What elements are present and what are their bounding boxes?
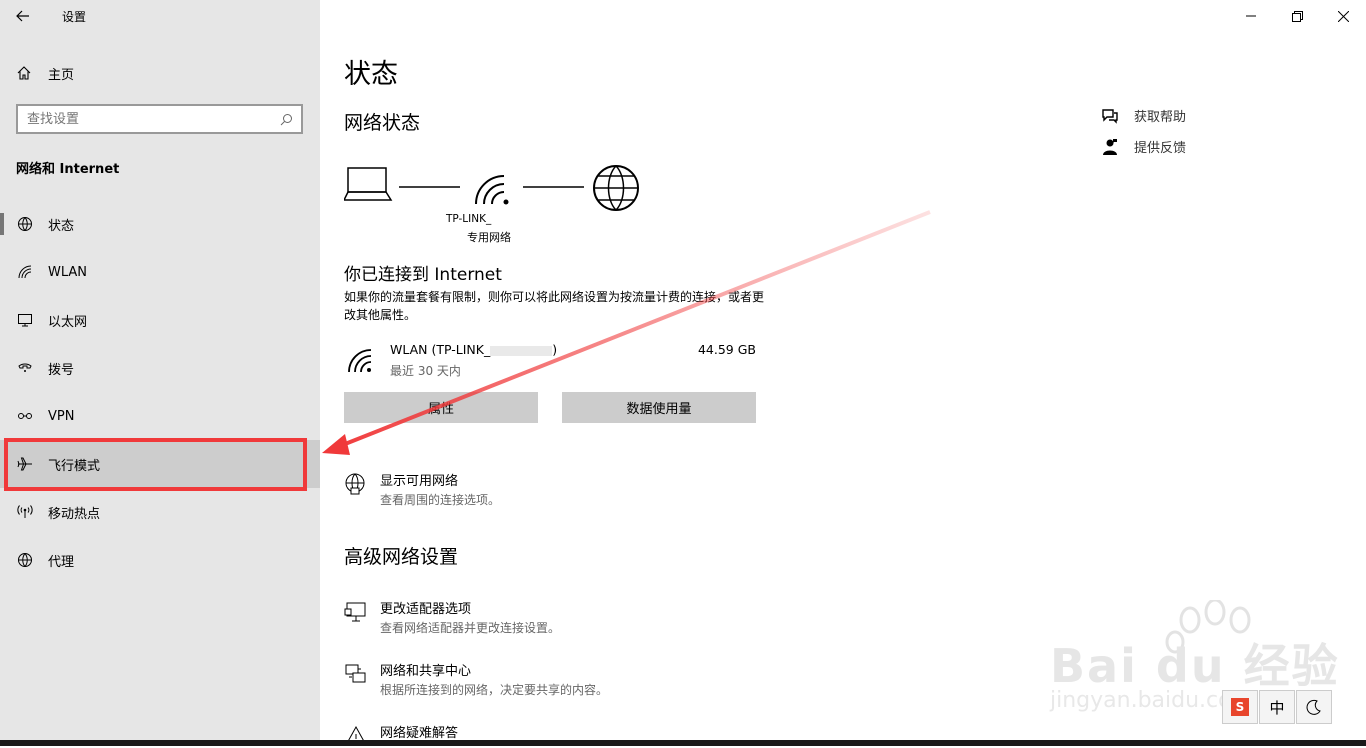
network-name: TP-LINK_ bbox=[446, 213, 492, 225]
window-title: 设置 bbox=[62, 9, 87, 24]
chat-help-icon bbox=[1100, 108, 1120, 124]
sidebar-item-airplane-mode[interactable]: 飞行模式 bbox=[0, 440, 320, 488]
link-description: 查看周围的连接选项。 bbox=[380, 493, 501, 507]
globe-grid-icon bbox=[16, 215, 34, 233]
show-networks-link[interactable]: 显示可用网络 查看周围的连接选项。 bbox=[344, 470, 500, 508]
connected-description: 如果你的流量套餐有限制，则你可以将此网络设置为按流量计费的连接，或者更改其他属性… bbox=[344, 290, 765, 322]
link-description: 根据所连接到的网络，决定要共享的内容。 bbox=[380, 683, 609, 697]
sidebar-item-status[interactable]: 状态 bbox=[0, 200, 320, 248]
sidebar-item-label: VPN bbox=[48, 408, 75, 424]
connection-row: WLAN (TP-LINK_) 最近 30 天内 44.59 GB bbox=[344, 340, 756, 380]
sidebar-item-label: 拨号 bbox=[48, 362, 75, 378]
sidebar-item-dialup[interactable]: 拨号 bbox=[0, 344, 320, 392]
ethernet-icon bbox=[16, 311, 34, 329]
sidebar-item-label: 以太网 bbox=[48, 314, 88, 330]
globe-network-icon bbox=[345, 473, 365, 495]
watermark-brand: Bai du 经验 bbox=[1050, 639, 1340, 693]
get-help-link[interactable]: 获取帮助 bbox=[1100, 100, 1186, 131]
network-type: 专用网络 bbox=[467, 231, 511, 244]
back-button[interactable] bbox=[0, 0, 46, 32]
sidebar-item-label: WLAN bbox=[48, 264, 88, 280]
wifi-icon bbox=[348, 349, 372, 373]
advanced-settings-title: 高级网络设置 bbox=[344, 546, 459, 568]
feedback-link[interactable]: 提供反馈 bbox=[1100, 131, 1186, 162]
ime-mode-button[interactable]: 中 bbox=[1259, 690, 1295, 724]
search-box[interactable] bbox=[16, 104, 303, 134]
sidebar-item-label: 移动热点 bbox=[48, 506, 101, 522]
connection-period: 最近 30 天内 bbox=[390, 364, 461, 378]
sidebar-item-ethernet[interactable]: 以太网 bbox=[0, 296, 320, 344]
link-title: 网络疑难解答 bbox=[380, 726, 459, 741]
laptop-icon bbox=[344, 167, 393, 201]
ime-toolbar: S 中 bbox=[1221, 690, 1332, 724]
help-panel: 获取帮助 提供反馈 bbox=[1100, 100, 1186, 162]
back-arrow-icon bbox=[16, 10, 29, 22]
window-controls bbox=[1228, 0, 1366, 32]
close-button[interactable] bbox=[1320, 0, 1366, 32]
link-description: 查看网络适配器并更改连接设置。 bbox=[380, 621, 561, 635]
properties-button[interactable]: 属性 bbox=[344, 392, 538, 423]
wifi-icon bbox=[16, 263, 34, 281]
search-icon[interactable] bbox=[271, 113, 301, 126]
sidebar-item-label: 飞行模式 bbox=[48, 458, 101, 474]
sharing-center-link[interactable]: 网络和共享中心 根据所连接到的网络，决定要共享的内容。 bbox=[344, 660, 608, 698]
dialup-icon bbox=[16, 359, 34, 377]
feedback-person-icon bbox=[1100, 138, 1120, 156]
internet-globe-icon bbox=[593, 165, 639, 211]
monitor-icon bbox=[344, 602, 366, 622]
sidebar-item-vpn[interactable]: VPN bbox=[0, 392, 320, 440]
sidebar-nav: 状态 WLAN 以太网 拨号 VPN 飞行模式 移动热点 代理 bbox=[0, 200, 320, 584]
search-input[interactable] bbox=[18, 106, 271, 132]
home-link[interactable]: 主页 bbox=[16, 60, 74, 86]
sidebar-item-proxy[interactable]: 代理 bbox=[0, 536, 320, 584]
sidebar-item-label: 状态 bbox=[48, 218, 75, 234]
get-help-label: 获取帮助 bbox=[1134, 110, 1187, 125]
vpn-icon bbox=[16, 407, 34, 425]
ime-logo-icon[interactable]: S bbox=[1222, 690, 1258, 724]
connected-title: 你已连接到 Internet bbox=[344, 265, 502, 285]
data-usage-button[interactable]: 数据使用量 bbox=[562, 392, 756, 423]
home-label: 主页 bbox=[48, 67, 75, 83]
page-title: 状态 bbox=[344, 59, 398, 90]
connection-usage: 44.59 GB bbox=[697, 342, 756, 357]
taskbar bbox=[0, 740, 1366, 746]
globe-icon bbox=[16, 551, 34, 569]
sharing-center-icon bbox=[345, 664, 366, 683]
minimize-button[interactable] bbox=[1228, 0, 1274, 32]
feedback-label: 提供反馈 bbox=[1134, 141, 1187, 156]
airplane-icon bbox=[16, 455, 34, 473]
adapter-options-link[interactable]: 更改适配器选项 查看网络适配器并更改连接设置。 bbox=[344, 598, 560, 636]
sidebar: 设置 主页 网络和 Internet 状态 WLAN 以太网 拨号 V bbox=[0, 0, 320, 740]
connection-name: WLAN (TP-LINK_) bbox=[390, 342, 558, 357]
title-bar: 设置 bbox=[0, 0, 320, 32]
sidebar-item-label: 代理 bbox=[48, 554, 75, 570]
home-icon bbox=[17, 66, 31, 80]
wifi-signal-icon bbox=[475, 175, 509, 205]
moon-icon[interactable] bbox=[1296, 690, 1332, 724]
hotspot-icon bbox=[16, 503, 34, 521]
link-title: 显示可用网络 bbox=[380, 474, 459, 489]
network-status-title: 网络状态 bbox=[344, 112, 421, 134]
link-title: 更改适配器选项 bbox=[380, 602, 472, 617]
section-title: 网络和 Internet bbox=[16, 162, 120, 177]
link-title: 网络和共享中心 bbox=[380, 664, 472, 679]
sidebar-item-wlan[interactable]: WLAN bbox=[0, 248, 320, 296]
restore-button[interactable] bbox=[1274, 0, 1320, 32]
sidebar-item-hotspot[interactable]: 移动热点 bbox=[0, 488, 320, 536]
